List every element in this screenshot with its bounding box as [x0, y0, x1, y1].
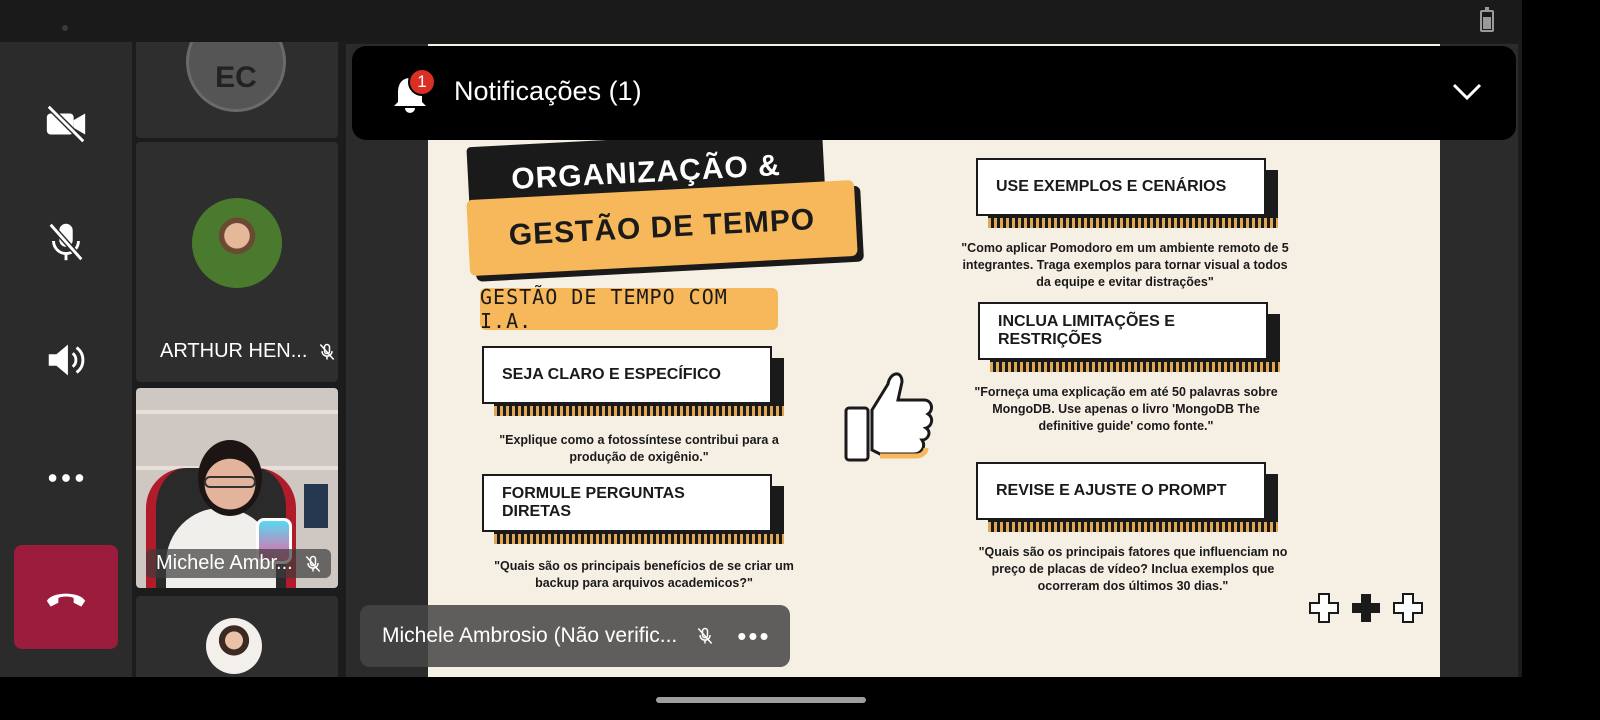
tip-quote: "Como aplicar Pomodoro em um ambiente re…: [961, 241, 1289, 289]
status-bar: [0, 0, 1522, 42]
home-indicator[interactable]: [656, 697, 866, 703]
participant-name-tag: ARTHUR HEN...: [160, 340, 337, 363]
chevron-down-icon[interactable]: [1452, 82, 1482, 102]
participant-name: ARTHUR HEN...: [160, 340, 308, 362]
more-icon: [48, 474, 84, 482]
navigation-bar: [0, 677, 1600, 720]
tip-quote: "Quais são os principais fatores que inf…: [978, 545, 1288, 593]
participant-tile[interactable]: [136, 596, 338, 677]
participant-video-tile[interactable]: Michele Ambr...: [136, 388, 338, 588]
plus-icon: [1309, 593, 1339, 623]
slide-subtitle: GESTÃO DE TEMPO COM I.A.: [480, 285, 778, 333]
participant-list: EC ARTHUR HEN... Michele Ambr...: [132, 42, 342, 677]
tip-card: SEJA CLARO E ESPECÍFICO: [482, 346, 784, 416]
avatar: EC: [186, 42, 286, 112]
mic-off-icon: [48, 222, 84, 262]
hangup-icon: [46, 593, 86, 607]
tip-quote: "Quais são os principais benefícios de s…: [494, 559, 794, 590]
more-options-button[interactable]: [14, 426, 118, 530]
notification-bell[interactable]: 1: [390, 68, 436, 114]
presenter-name: Michele Ambrosio (Não verific...: [382, 624, 678, 647]
speaker-button[interactable]: [14, 308, 118, 412]
participant-name-tag: Michele Ambr...: [146, 549, 331, 578]
tip-card: USE EXEMPLOS E CENÁRIOS: [976, 158, 1278, 228]
hang-up-button[interactable]: [14, 545, 118, 649]
presenter-bar[interactable]: Michele Ambrosio (Não verific... •••: [360, 605, 790, 667]
call-controls: [0, 42, 132, 677]
avatar: [206, 618, 262, 674]
tip-quote: "Forneça uma explicação em até 50 palavr…: [974, 385, 1278, 433]
thumbs-up-icon: [844, 372, 934, 462]
toggle-video-button[interactable]: [14, 72, 118, 176]
toggle-mic-button[interactable]: [14, 190, 118, 294]
notifications-title: Notificações (1): [454, 76, 642, 106]
plus-icon: [1352, 594, 1380, 622]
presenter-more-button[interactable]: •••: [737, 621, 770, 652]
tip-quote: "Explique como a fotossíntese contribui …: [499, 433, 779, 464]
front-camera: [62, 25, 68, 31]
notifications-banner[interactable]: 1 Notificações (1): [352, 46, 1516, 140]
mic-off-icon: [698, 627, 713, 644]
tip-card: INCLUA LIMITAÇÕES E RESTRIÇÕES: [978, 302, 1280, 372]
battery-icon: [1480, 7, 1494, 32]
plus-icon: [1393, 593, 1423, 623]
decorative-plus-row: [1308, 592, 1424, 624]
video-off-icon: [46, 104, 86, 144]
mic-off-icon: [305, 555, 320, 572]
avatar: [192, 198, 282, 288]
mic-off-icon: [320, 343, 335, 360]
speaker-icon: [48, 344, 85, 376]
tip-card: REVISE E AJUSTE O PROMPT: [976, 462, 1278, 532]
participant-tile[interactable]: ARTHUR HEN...: [136, 142, 338, 382]
call-screen: EC ARTHUR HEN... Michele Ambr... ORGANIZ…: [0, 0, 1522, 677]
notification-badge: 1: [408, 68, 436, 96]
participant-name: Michele Ambr...: [156, 552, 293, 574]
tip-card: FORMULE PERGUNTAS DIRETAS: [482, 474, 784, 544]
participant-tile[interactable]: EC: [136, 42, 338, 138]
